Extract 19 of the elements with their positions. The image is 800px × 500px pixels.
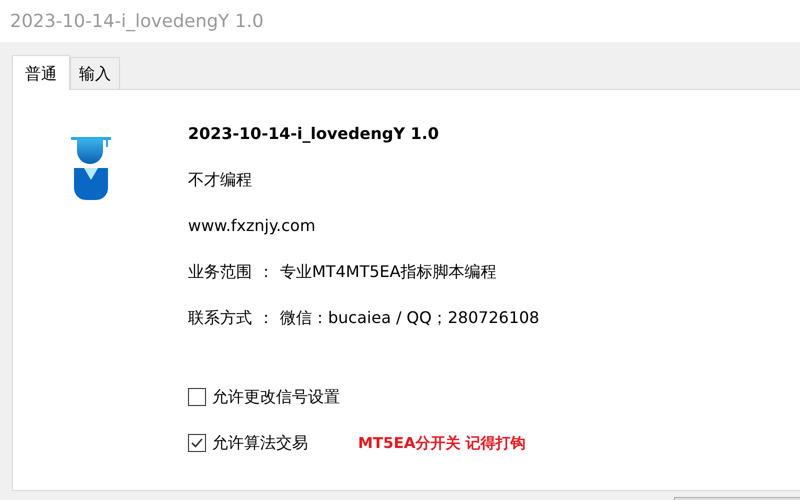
checkbox[interactable] [188, 434, 206, 452]
tab[interactable]: 普通 [12, 55, 70, 90]
separator-text: ： [258, 262, 274, 281]
website-text: www.fxznjy.com [188, 216, 316, 235]
separator-text: ： [258, 308, 274, 327]
info-value: 微信：bucaiea / QQ；280726108 [280, 308, 540, 327]
window-title: 2023-10-14-i_lovedengY 1.0 [0, 0, 800, 42]
tab[interactable]: 输入 [70, 57, 120, 89]
author-name: 不才编程 [188, 170, 252, 189]
note-text: MT5EA分开关 记得打钩 [358, 432, 526, 454]
info-label: 联系方式 [188, 308, 252, 327]
graduate-user-icon [71, 135, 111, 201]
product-name: 2023-10-14-i_lovedengY 1.0 [188, 124, 439, 143]
info-label: 业务范围 [188, 262, 252, 281]
info-value: 专业MT4MT5EA指标脚本编程 [280, 262, 497, 281]
checkbox[interactable] [188, 388, 206, 406]
checkbox-label: 允许算法交易 [212, 432, 308, 454]
check-icon [190, 436, 204, 450]
checkbox-label: 允许更改信号设置 [212, 386, 340, 408]
